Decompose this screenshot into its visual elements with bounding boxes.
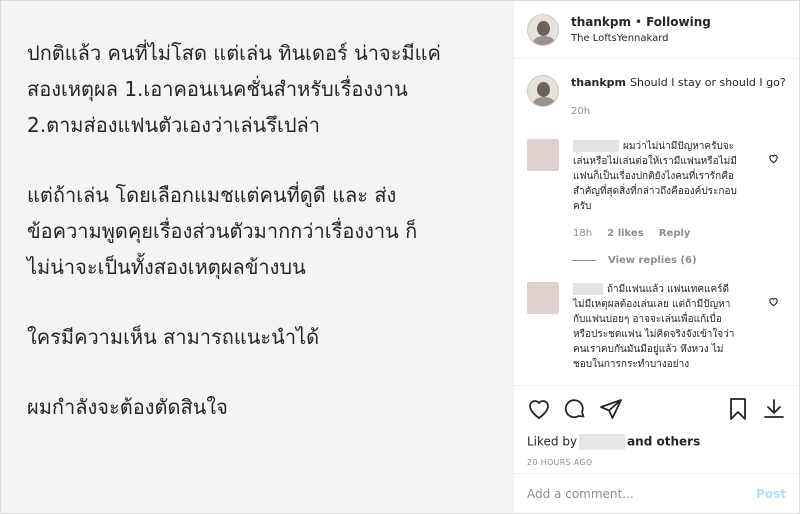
redacted-liker [579, 434, 626, 450]
post-paragraph-4: ผมกำลังจะต้องตัดสินใจ [27, 395, 228, 419]
save-bookmark-icon[interactable] [726, 397, 750, 421]
download-icon[interactable] [762, 397, 786, 421]
header-line: thankpm • Following [571, 15, 711, 29]
comment-likes[interactable]: 2 likes [607, 228, 643, 239]
action-icons [527, 396, 786, 422]
liked-by-others[interactable]: and others [627, 435, 700, 449]
post-paragraph-3: ใครมีความเห็น สามารถแนะนำได้ [27, 325, 320, 349]
comment-item: ผมว่าไม่น่ามีปัญหาครับจะเล่นหรือไม่เล่นต… [514, 139, 799, 241]
post-timestamp[interactable]: 20 HOURS AGO [527, 458, 786, 467]
like-heart-icon[interactable] [527, 397, 551, 421]
add-comment-bar: Post [514, 473, 799, 513]
share-paper-plane-icon[interactable] [599, 397, 623, 421]
redacted-username [573, 283, 603, 295]
caption: thankpm Should I stay or should I go? 20h [514, 59, 799, 119]
comment-body: ถ้ามีแฟนแล้ว แฟนเทคแคร์ดีไม่มีเหตุผลต้อง… [573, 282, 741, 372]
comment-text: ถ้ามีแฟนแล้ว แฟนเทคแคร์ดีไม่มีเหตุผลต้อง… [573, 284, 735, 370]
post-actions: Liked by and others 20 HOURS AGO [514, 385, 799, 467]
caption-username[interactable]: thankpm [571, 76, 626, 89]
comment-avatar[interactable] [527, 139, 559, 171]
comment-like-heart-icon[interactable] [768, 153, 779, 167]
reply-button[interactable]: Reply [659, 228, 691, 239]
following-button[interactable]: Following [646, 15, 711, 29]
post-frame: ปกติแล้ว คนที่ไม่โสด แต่เล่น ทินเดอร์ น่… [0, 0, 800, 514]
post-paragraph-1: ปกติแล้ว คนที่ไม่โสด แต่เล่น ทินเดอร์ น่… [27, 41, 441, 137]
comment-avatar[interactable] [527, 282, 559, 314]
header-separator: • [635, 15, 643, 29]
header-text: thankpm • Following The LoftsYennakard [571, 15, 711, 44]
author-username[interactable]: thankpm [571, 15, 631, 29]
post-button[interactable]: Post [756, 487, 786, 501]
comment-meta: 18h 2 likes Reply [573, 226, 741, 241]
post-paragraph-2: แต่ถ้าเล่น โดยเลือกแมชแต่คนที่ดูดี และ ส… [27, 183, 418, 279]
post-header: thankpm • Following The LoftsYennakard [514, 1, 799, 59]
location-link[interactable]: The LoftsYennakard [571, 33, 711, 44]
comment-bubble-icon[interactable] [563, 397, 587, 421]
comment-body: ผมว่าไม่น่ามีปัญหาครับจะเล่นหรือไม่เล่นต… [573, 139, 741, 241]
liked-by-prefix: Liked by [527, 434, 578, 449]
caption-text: Should I stay or should I go? [630, 76, 786, 89]
comment-like-heart-icon[interactable] [768, 296, 779, 310]
comment-item: ถ้ามีแฟนแล้ว แฟนเทคแคร์ดีไม่มีเหตุผลต้อง… [514, 282, 799, 372]
view-replies-button[interactable]: View replies (6) [572, 255, 799, 266]
comment-time: 18h [573, 228, 593, 239]
redacted-username [573, 140, 619, 152]
caption-body: thankpm Should I stay or should I go? 20h [571, 75, 786, 119]
caption-avatar[interactable] [527, 75, 559, 107]
post-image-text: ปกติแล้ว คนที่ไม่โสด แต่เล่น ทินเดอร์ น่… [1, 1, 514, 513]
comment-input[interactable] [527, 486, 757, 501]
caption-time: 20h [571, 106, 591, 117]
author-avatar[interactable] [527, 13, 559, 46]
likes-summary[interactable]: Liked by and others [527, 434, 786, 450]
post-sidebar: thankpm • Following The LoftsYennakard tha… [514, 1, 799, 513]
comments-section[interactable]: thankpm Should I stay or should I go? 20h… [514, 59, 799, 385]
